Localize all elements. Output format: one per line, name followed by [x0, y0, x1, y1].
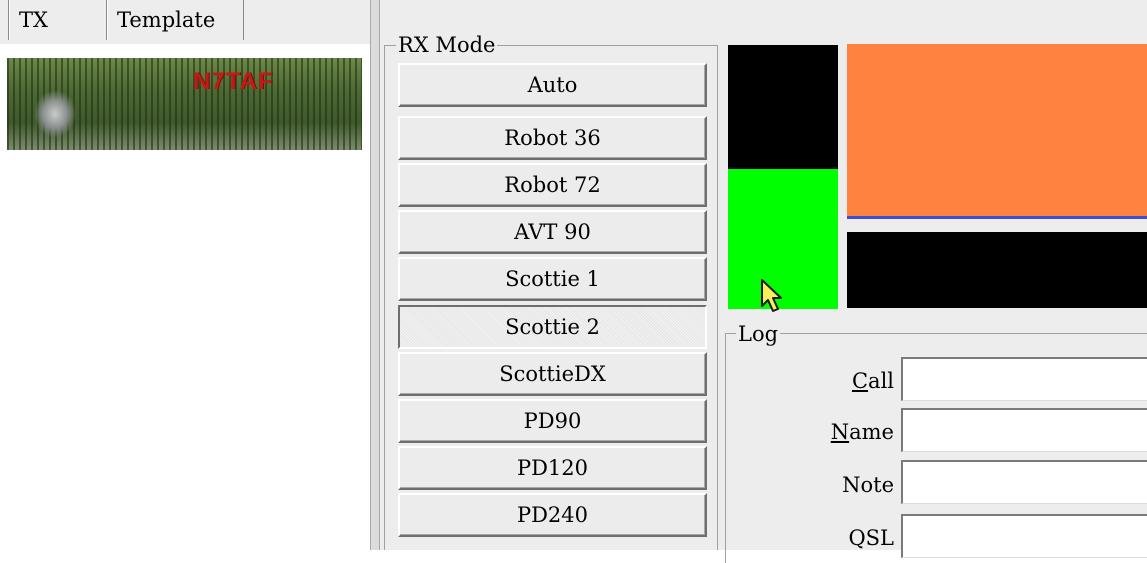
arrow-pointer-icon [761, 279, 782, 312]
log-note-label: Note [842, 473, 894, 497]
rx-mode-button-robot-72[interactable]: Robot 72 [398, 163, 707, 207]
rx-mode-button-pd240[interactable]: PD240 [398, 493, 707, 537]
received-image-thumbnail[interactable]: N7TAF [7, 58, 362, 150]
rx-mode-button-avt-90[interactable]: AVT 90 [398, 210, 707, 254]
signal-level-meter-background [728, 45, 838, 169]
pane-splitter[interactable] [370, 0, 380, 550]
log-group-title: Log [736, 322, 781, 346]
log-qsl-label: QSL [848, 526, 894, 550]
sync-display[interactable] [847, 232, 1147, 308]
rx-mode-button-pd120[interactable]: PD120 [398, 446, 707, 490]
rx-mode-button-scottie-2[interactable]: Scottie 2 [398, 305, 707, 349]
tab-template[interactable]: Template [106, 0, 244, 40]
thumbnail-callsign-overlay: N7TAF [193, 68, 274, 95]
log-name-input[interactable] [901, 408, 1147, 452]
log-call-input[interactable] [901, 357, 1147, 401]
log-note-input[interactable] [901, 460, 1147, 504]
rx-mode-button-auto[interactable]: Auto [398, 63, 707, 107]
rx-mode-button-pd90[interactable]: PD90 [398, 399, 707, 443]
rx-mode-group-title: RX Mode [396, 33, 498, 57]
log-name-label: Name [830, 420, 894, 444]
rx-mode-button-robot-36[interactable]: Robot 36 [398, 116, 707, 160]
spectrum-display[interactable] [847, 44, 1147, 219]
rx-mode-button-scottie-1[interactable]: Scottie 1 [398, 257, 707, 301]
log-call-label: Call [851, 369, 894, 393]
rx-mode-button-scottie-dx[interactable]: ScottieDX [398, 352, 707, 396]
log-qsl-input[interactable] [901, 514, 1147, 558]
tab-tx[interactable]: TX [8, 0, 104, 40]
